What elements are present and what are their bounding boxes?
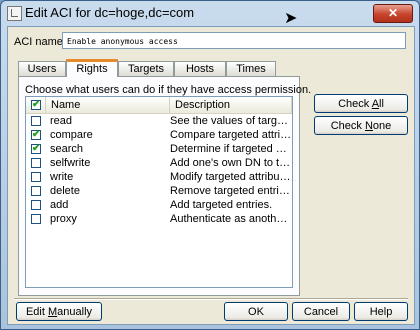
right-name: search [50,143,84,155]
window-title: Edit ACI for dc=hoge,dc=com [25,5,195,20]
check-all-label-start: Check [338,98,372,110]
right-checkbox[interactable] [31,214,41,224]
close-button[interactable]: ✕ [373,4,413,23]
rights-row-compare[interactable]: ✔ compare Compare targeted attribute valu.… [26,130,292,141]
tab-times[interactable]: Times [226,61,276,76]
description-column-header[interactable]: Description [170,97,292,113]
edit-manually-mnemonic: M [47,306,58,318]
check-none-label-start: Check [330,120,365,132]
check-all-mnemonic: A [371,98,380,110]
right-checkbox[interactable]: ✔ [31,144,41,154]
close-icon: ✕ [387,6,399,20]
tab-hosts[interactable]: Hosts [174,61,226,76]
right-name: proxy [50,213,77,225]
right-description: Determine if targeted attributes ... [170,144,292,155]
right-checkbox[interactable] [31,200,41,210]
tab-rights[interactable]: Rights [66,59,118,77]
right-description: Authenticate as another user. [170,214,292,225]
right-description: Compare targeted attribute valu... [170,130,292,141]
edit-manually-label-start: Edit [25,306,48,318]
right-checkbox[interactable]: ✔ [31,130,41,140]
right-name: write [50,171,74,183]
check-none-mnemonic: N [364,120,373,132]
rights-tab-panel: Choose what users can do if they have ac… [18,76,311,296]
edit-manually-label-end: anually [57,306,93,318]
name-column-header[interactable]: Name [46,97,170,113]
tab-users[interactable]: Users [18,61,66,76]
edit-manually-button[interactable]: Edit Manually [16,302,102,321]
check-none-button[interactable]: Check None [314,116,408,135]
right-description: Add targeted entries. [170,200,273,211]
help-button[interactable]: Help [354,302,408,321]
right-name: compare [50,129,93,141]
right-checkbox[interactable] [31,172,41,182]
check-all-button[interactable]: Check All [314,94,408,113]
rights-list: ✔ Name Description read See the values of… [25,96,293,288]
cancel-button[interactable]: Cancel [292,302,350,321]
rights-row-search[interactable]: ✔ search Determine if targeted attributes … [26,144,292,155]
rights-list-header: ✔ Name Description [26,97,292,114]
right-checkbox[interactable] [31,158,41,168]
button-separator [14,298,408,300]
mouse-pointer-icon: ➤ [284,10,298,27]
right-name: read [50,115,73,127]
tab-targets[interactable]: Targets [118,61,174,76]
aci-name-label: ACI name: [14,36,66,48]
window-icon [7,6,22,21]
title-bar[interactable]: Edit ACI for dc=hoge,dc=com ✕ [1,1,419,25]
rights-row-read[interactable]: read See the values of targeted attri... [26,116,292,127]
aci-name-input[interactable]: Enable anonymous access [62,32,406,49]
right-checkbox[interactable] [31,116,41,126]
dialog-client-area: ACI name: Enable anonymous access Users … [7,26,415,325]
select-all-header[interactable]: ✔ [26,97,46,113]
rights-row-write[interactable]: write Modify targeted attributes. [26,172,292,183]
right-description: Modify targeted attributes. [170,172,292,183]
rights-row-proxy[interactable]: proxy Authenticate as another user. [26,214,292,225]
right-name: add [50,199,69,211]
check-all-label-end: ll [379,98,384,110]
ok-button[interactable]: OK [224,302,288,321]
header-checkbox[interactable]: ✔ [31,100,41,110]
right-name: selfwrite [50,157,91,169]
check-none-label-end: one [372,120,392,132]
rights-description: Choose what users can do if they have ac… [25,84,312,96]
right-name: delete [50,185,80,197]
right-description: Add one's own DN to the target. [170,158,292,169]
rights-row-add[interactable]: add Add targeted entries. [26,200,292,211]
right-description: See the values of targeted attri... [170,116,292,127]
rights-row-selfwrite[interactable]: selfwrite Add one's own DN to the target. [26,158,292,169]
rights-row-delete[interactable]: delete Remove targeted entries. [26,186,292,197]
right-checkbox[interactable] [31,186,41,196]
right-description: Remove targeted entries. [170,186,292,197]
dialog-window: Edit ACI for dc=hoge,dc=com ✕ ACI name: … [0,0,420,330]
